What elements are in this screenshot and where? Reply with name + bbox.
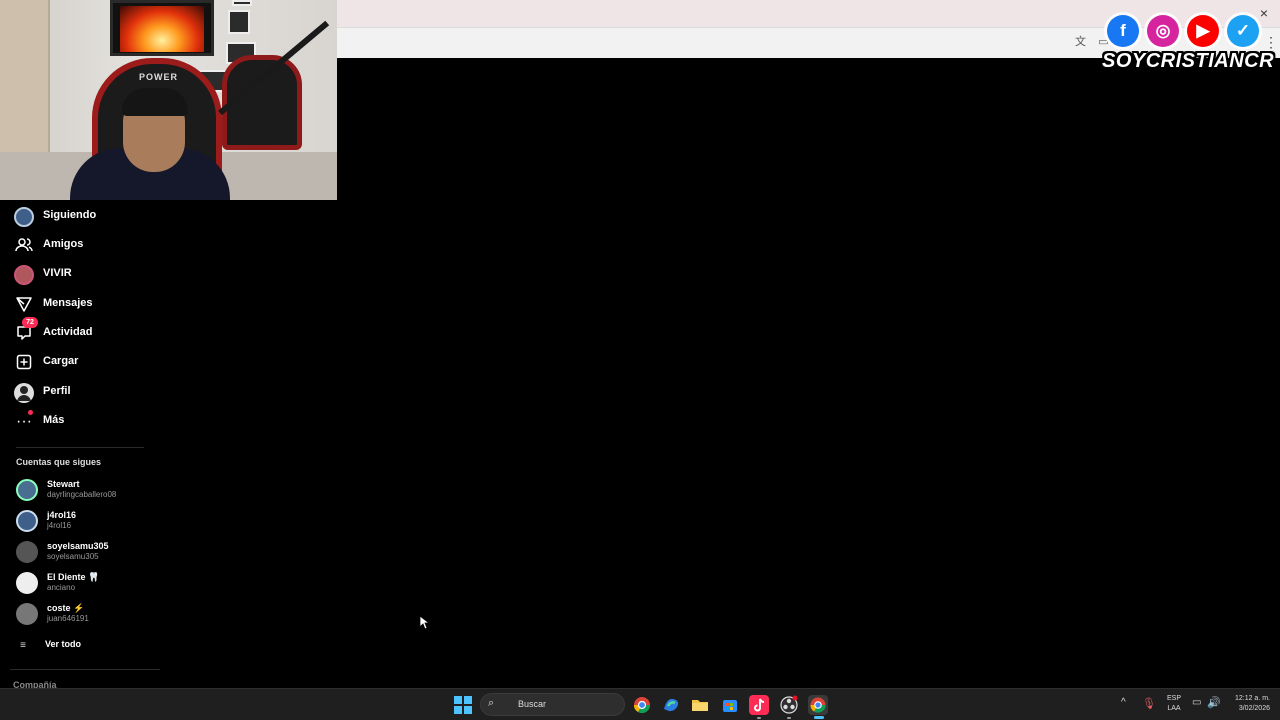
nav-label: Más xyxy=(43,414,65,426)
live-avatar-icon xyxy=(14,265,34,285)
account-name: j4rol16 xyxy=(47,510,77,520)
activity-badge: 72 xyxy=(22,317,38,328)
store-icon[interactable] xyxy=(720,695,740,715)
nav-item-more[interactable]: ··· Más xyxy=(14,410,154,434)
lang-layout: LAA xyxy=(1167,705,1181,712)
microphone-icon[interactable]: 🎙 xyxy=(1142,697,1156,710)
following-accounts-header: Cuentas que sigues xyxy=(16,457,102,467)
nav-label: VIVIR xyxy=(43,267,72,279)
account-name: El Diente 🦷 xyxy=(47,572,100,582)
account-handle: soyelsamu305 xyxy=(47,552,99,561)
more-dots-icon: ··· xyxy=(16,413,32,430)
account-name: soyelsamu305 xyxy=(47,541,109,551)
copilot-taskbar-icon[interactable] xyxy=(661,695,681,715)
twitter-icon: ✓ xyxy=(1227,15,1259,47)
divider xyxy=(16,447,144,448)
clock-date: 3/02/2026 xyxy=(1238,705,1270,712)
mouse-cursor-icon xyxy=(420,616,430,630)
sidebar-nav: Siguiendo Amigos VIVIR Mensajes 72 Activ… xyxy=(0,200,160,688)
followed-account[interactable]: j4rol16 j4rol16 xyxy=(16,508,156,536)
nav-label: Actividad xyxy=(43,326,93,338)
account-handle: anciano xyxy=(47,583,76,592)
company-section-title: Compañía xyxy=(13,680,57,688)
followed-account[interactable]: coste ⚡ juan646191 xyxy=(16,601,156,629)
instagram-icon: ◎ xyxy=(1147,15,1179,47)
account-avatar xyxy=(16,510,38,532)
account-handle: j4rol16 xyxy=(47,521,72,530)
facebook-icon: f xyxy=(1107,15,1139,47)
channel-brand-text: SOYCRISTIANCR xyxy=(1102,50,1275,72)
system-clock[interactable]: 12:12 a. m. 3/02/2026 xyxy=(1226,694,1270,714)
profile-avatar-icon xyxy=(14,383,34,403)
followed-account[interactable]: El Diente 🦷 anciano xyxy=(16,570,156,598)
chair-brand: POWER xyxy=(139,72,179,82)
volume-icon[interactable]: 🔊 xyxy=(1207,696,1221,709)
search-placeholder: Buscar xyxy=(518,699,547,709)
nav-label: Cargar xyxy=(43,355,79,367)
chrome-active-taskbar-icon[interactable] xyxy=(808,695,828,715)
divider xyxy=(10,669,160,670)
see-all-button[interactable]: ≡ Ver todo xyxy=(16,638,136,654)
nav-label: Amigos xyxy=(43,238,84,250)
active-app-indicator xyxy=(814,716,824,719)
account-avatar xyxy=(16,479,38,501)
account-handle: dayrlingcaballero08 xyxy=(47,490,117,499)
clock-time: 12:12 a. m. xyxy=(1234,695,1270,702)
taskbar-search[interactable]: ⌕ Buscar xyxy=(480,693,625,716)
youtube-icon: ▶ xyxy=(1187,15,1219,47)
nav-item-profile[interactable]: Perfil xyxy=(14,381,154,405)
account-name: Stewart xyxy=(47,479,80,489)
running-indicator xyxy=(787,717,791,719)
lang-code: ESP xyxy=(1166,695,1181,702)
following-avatar-icon xyxy=(14,207,34,227)
followed-account[interactable]: soyelsamu305 soyelsamu305 xyxy=(16,539,156,567)
nav-label: Perfil xyxy=(43,385,71,397)
friends-icon xyxy=(14,236,34,256)
start-button[interactable] xyxy=(454,696,472,714)
account-avatar xyxy=(16,572,38,594)
nav-item-messages[interactable]: Mensajes xyxy=(14,293,154,317)
windows-taskbar: ⌕ Buscar ^ 🎙 ESP LAA ▭ 🔊 12:12 a. m. 3/0… xyxy=(0,688,1280,720)
see-all-label: Ver todo xyxy=(45,639,82,649)
account-avatar xyxy=(16,603,38,625)
translate-icon[interactable]: 文 xyxy=(1074,36,1087,49)
nav-item-activity[interactable]: 72 Actividad xyxy=(14,317,154,346)
nav-label: Siguiendo xyxy=(43,209,97,221)
notification-dot xyxy=(28,410,33,415)
nav-label: Mensajes xyxy=(43,297,93,309)
tray-overflow-icon[interactable]: ^ xyxy=(1121,697,1126,708)
obs-taskbar-icon[interactable] xyxy=(779,695,799,715)
door-image xyxy=(0,0,50,160)
nav-item-friends[interactable]: Amigos xyxy=(14,234,154,258)
webcam-overlay: POWER xyxy=(0,0,337,200)
network-icon[interactable]: ▭ xyxy=(1192,697,1201,708)
nav-item-following[interactable]: Siguiendo xyxy=(14,205,154,229)
chrome-taskbar-icon[interactable] xyxy=(632,695,652,715)
input-language[interactable]: ESP LAA xyxy=(1164,694,1184,714)
running-indicator xyxy=(757,717,761,719)
list-icon: ≡ xyxy=(20,640,26,651)
search-icon: ⌕ xyxy=(488,697,495,709)
nav-item-live[interactable]: VIVIR xyxy=(14,263,154,287)
upload-plus-icon xyxy=(14,353,34,373)
account-handle: juan646191 xyxy=(47,614,89,623)
social-overlay: f ◎ ▶ ✓ SOYCRISTIANCR xyxy=(1100,10,1275,75)
file-explorer-icon[interactable] xyxy=(690,695,710,715)
send-icon xyxy=(14,295,34,315)
nav-item-upload[interactable]: Cargar xyxy=(14,351,154,375)
followed-account[interactable]: Stewart dayrlingcaballero08 xyxy=(16,477,156,505)
account-avatar xyxy=(16,541,38,563)
tiktok-taskbar-icon[interactable] xyxy=(749,695,769,715)
account-name: coste ⚡ xyxy=(47,603,85,613)
